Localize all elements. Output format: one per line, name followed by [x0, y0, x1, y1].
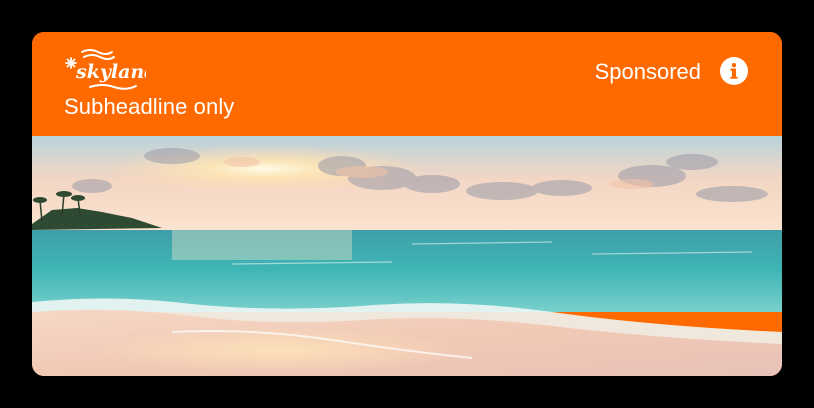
beach-sunset-photo	[32, 136, 782, 376]
subheadline: Subheadline only	[64, 94, 235, 119]
info-button[interactable]	[720, 57, 748, 85]
svg-text:skyland: skyland	[75, 61, 146, 83]
sponsored-label: Sponsored	[594, 59, 701, 84]
info-icon	[730, 63, 738, 79]
ad-card[interactable]: skyland Subheadline only Sponsored	[32, 32, 782, 376]
hero-image[interactable]	[32, 136, 782, 376]
brand-logo[interactable]: skyland	[62, 46, 158, 94]
ad-header: skyland Subheadline only Sponsored	[32, 32, 782, 136]
